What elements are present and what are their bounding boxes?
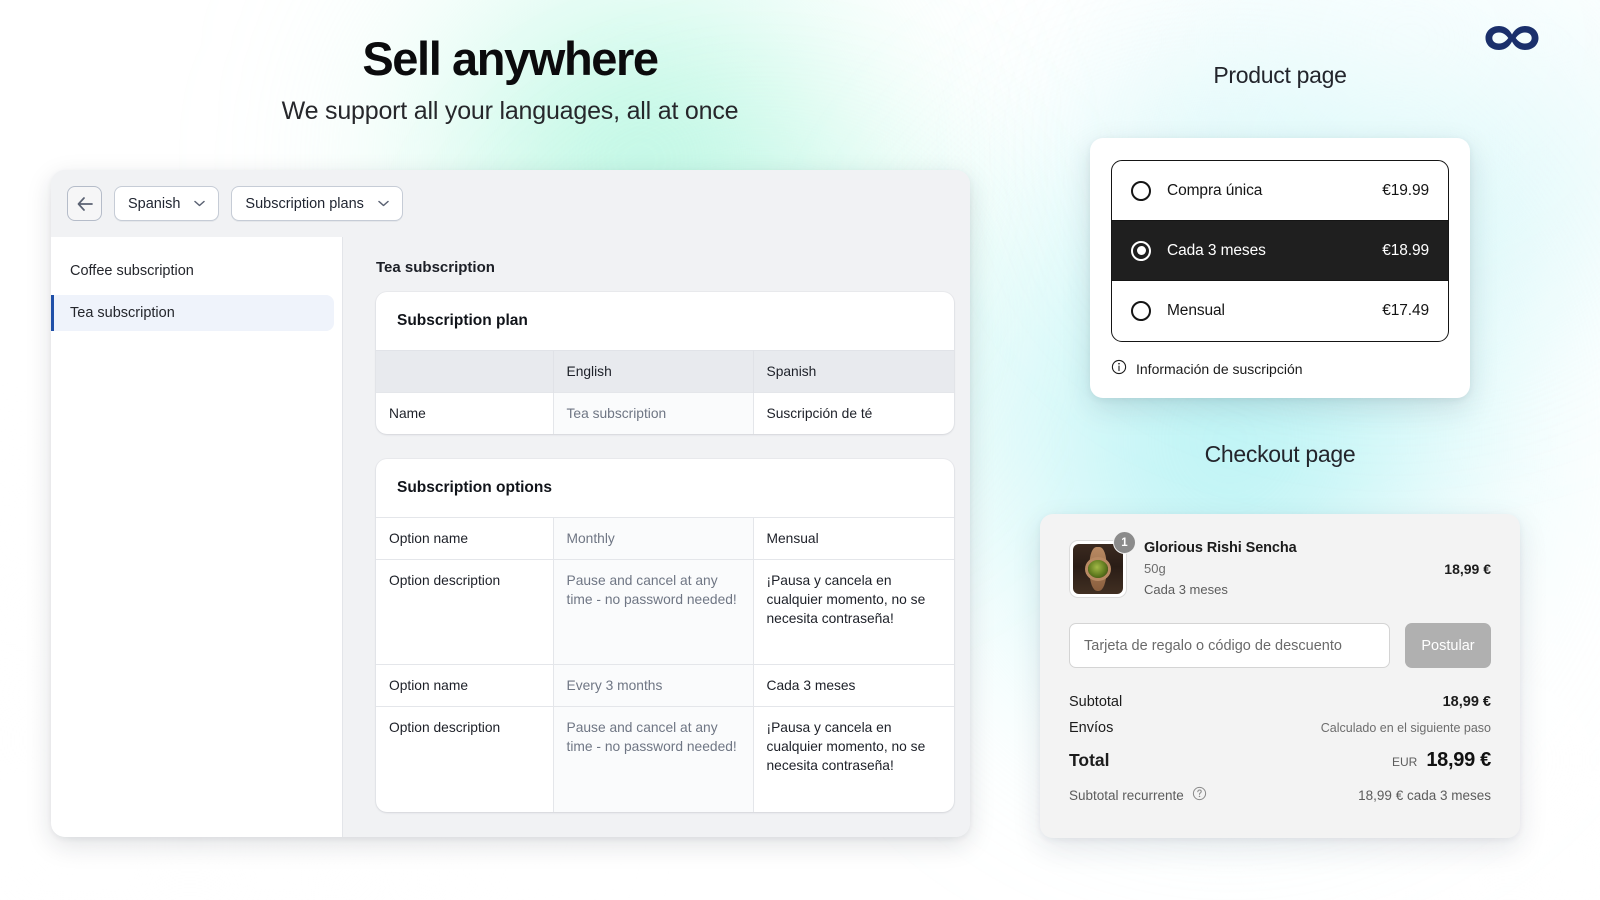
admin-panel: Spanish Subscription plans Coffee subscr… <box>51 170 970 837</box>
line-item-variant: 50g <box>1144 561 1166 576</box>
line-item-frequency: Cada 3 meses <box>1144 582 1228 597</box>
info-circle-icon <box>1111 359 1127 378</box>
row-source-value: Pause and cancel at any time - no passwo… <box>552 706 754 812</box>
table-row: Option name Monthly Mensual <box>376 517 954 560</box>
hero-section: Sell anywhere We support all your langua… <box>0 0 1020 126</box>
column-header-field <box>376 349 553 393</box>
selling-plan-group: Compra única €19.99 Cada 3 meses €18.99 … <box>1111 160 1449 342</box>
apply-discount-button[interactable]: Postular <box>1405 623 1491 668</box>
arrow-left-icon <box>77 196 93 211</box>
resource-title: Tea subscription <box>376 259 495 276</box>
checkout-line-item: 1 Glorious Rishi Sencha 50g Cada 3 meses… <box>1069 531 1491 598</box>
admin-body: Coffee subscription Tea subscription Tea… <box>51 237 970 837</box>
language-select-value: Spanish <box>128 195 181 212</box>
table-row: Option description Pause and cancel at a… <box>376 706 954 812</box>
row-source-value: Monthly <box>552 517 754 560</box>
row-source-value: Every 3 months <box>552 664 754 707</box>
order-totals: Subtotal 18,99 € Envíos Calculado en el … <box>1069 694 1491 804</box>
row-field-label: Option description <box>376 706 553 812</box>
language-select[interactable]: Spanish <box>114 186 220 221</box>
sidebar-item-tea-subscription[interactable]: Tea subscription <box>51 295 334 331</box>
table-row: Name Tea subscription Suscripción de té <box>376 392 954 435</box>
shipping-value: Calculado en el siguiente paso <box>1320 721 1491 735</box>
subscription-plan-card: Subscription plan English Spanish Name T… <box>376 292 954 435</box>
row-target-value[interactable]: ¡Pausa y cancela en cualquier momento, n… <box>753 706 954 812</box>
row-target-value[interactable]: Suscripción de té <box>753 392 954 435</box>
resource-select-value: Subscription plans <box>245 195 364 212</box>
table-header-row: English Spanish <box>376 349 954 393</box>
translation-table: English Spanish Name Tea subscription Su… <box>376 349 954 435</box>
sidebar-item-label: Tea subscription <box>70 305 175 321</box>
row-field-label: Option description <box>376 559 553 665</box>
back-button[interactable] <box>67 186 102 221</box>
checkout-page-label: Checkout page <box>1204 441 1356 467</box>
plan-option-monthly[interactable]: Mensual €17.49 <box>1112 281 1448 341</box>
row-target-value[interactable]: Mensual <box>753 517 954 560</box>
checkout-summary-card: 1 Glorious Rishi Sencha 50g Cada 3 meses… <box>1040 514 1520 838</box>
table-row: Option name Every 3 months Cada 3 meses <box>376 664 954 707</box>
plan-option-price: €18.99 <box>1382 241 1429 259</box>
subscription-info-link[interactable]: Información de suscripción <box>1111 359 1449 378</box>
line-item-price: 18,99 € <box>1444 561 1491 577</box>
admin-sidebar: Coffee subscription Tea subscription <box>51 237 343 837</box>
row-target-value[interactable]: Cada 3 meses <box>753 664 954 707</box>
sidebar-item-coffee-subscription[interactable]: Coffee subscription <box>51 253 342 289</box>
subtotal-value: 18,99 € <box>1442 694 1491 710</box>
product-page-card: Compra única €19.99 Cada 3 meses €18.99 … <box>1090 138 1470 398</box>
plan-option-label: Cada 3 meses <box>1167 241 1266 259</box>
radio-icon[interactable] <box>1131 301 1151 321</box>
quantity-badge: 1 <box>1113 531 1136 554</box>
translation-table: Option name Monthly Mensual Option descr… <box>376 517 954 812</box>
shipping-label: Envíos <box>1069 720 1114 736</box>
row-source-value: Tea subscription <box>552 392 754 435</box>
subscription-info-label: Información de suscripción <box>1136 360 1303 377</box>
row-field-label: Option name <box>376 517 553 560</box>
plan-option-label: Mensual <box>1167 302 1225 319</box>
total-currency: EUR <box>1392 755 1418 769</box>
column-header-target: Spanish <box>753 349 954 393</box>
preview-column: Product page Compra única €19.99 Cada 3 … <box>1020 0 1540 838</box>
plan-option-price: €19.99 <box>1382 181 1429 199</box>
admin-main-content: Tea subscription Subscription plan Engli… <box>343 237 970 837</box>
total-label: Total <box>1069 750 1110 770</box>
page-title: Sell anywhere <box>362 32 659 85</box>
infinity-icon <box>1482 20 1542 61</box>
total-row: Total EUR 18,99 € <box>1069 749 1491 772</box>
line-item-info: Glorious Rishi Sencha 50g Cada 3 meses <box>1144 540 1427 597</box>
shipping-row: Envíos Calculado en el siguiente paso <box>1069 720 1491 736</box>
plan-option-one-time[interactable]: Compra única €19.99 <box>1112 161 1448 221</box>
column-header-source: English <box>552 349 754 393</box>
subscription-options-card: Subscription options Option name Monthly… <box>376 459 954 812</box>
question-circle-icon[interactable] <box>1192 786 1207 804</box>
resource-select[interactable]: Subscription plans <box>231 186 403 221</box>
recurring-subtotal-value: 18,99 € cada 3 meses <box>1358 787 1491 803</box>
row-target-value[interactable]: ¡Pausa y cancela en cualquier momento, n… <box>753 559 954 665</box>
radio-icon[interactable] <box>1131 180 1151 201</box>
card-heading: Subscription plan <box>397 312 528 329</box>
product-page-label: Product page <box>1213 62 1347 88</box>
total-value: 18,99 € <box>1426 749 1491 771</box>
line-item-title: Glorious Rishi Sencha <box>1144 540 1297 556</box>
chevron-down-icon <box>378 200 389 207</box>
admin-toolbar: Spanish Subscription plans <box>51 170 970 237</box>
chevron-down-icon <box>194 200 206 207</box>
subtotal-row: Subtotal 18,99 € <box>1069 694 1491 710</box>
card-heading: Subscription options <box>397 479 552 497</box>
radio-icon-selected[interactable] <box>1131 240 1151 261</box>
row-field-label: Name <box>376 392 553 435</box>
row-field-label: Option name <box>376 664 553 707</box>
plan-option-price: €17.49 <box>1382 302 1429 319</box>
discount-code-input[interactable] <box>1069 623 1390 668</box>
discount-row: Postular <box>1069 623 1491 668</box>
recurring-subtotal-label: Subtotal recurrente <box>1069 787 1184 803</box>
sidebar-item-label: Coffee subscription <box>70 263 194 279</box>
line-item-thumbnail-wrap: 1 <box>1069 531 1136 598</box>
plan-option-label: Compra única <box>1167 181 1263 199</box>
plan-option-every-3-months[interactable]: Cada 3 meses €18.99 <box>1112 221 1448 281</box>
subtotal-label: Subtotal <box>1069 694 1123 710</box>
table-row: Option description Pause and cancel at a… <box>376 559 954 665</box>
page-subtitle: We support all your languages, all at on… <box>281 96 739 125</box>
recurring-subtotal-row: Subtotal recurrente 18,99 € cada 3 meses <box>1069 786 1491 804</box>
row-source-value: Pause and cancel at any time - no passwo… <box>552 559 754 665</box>
